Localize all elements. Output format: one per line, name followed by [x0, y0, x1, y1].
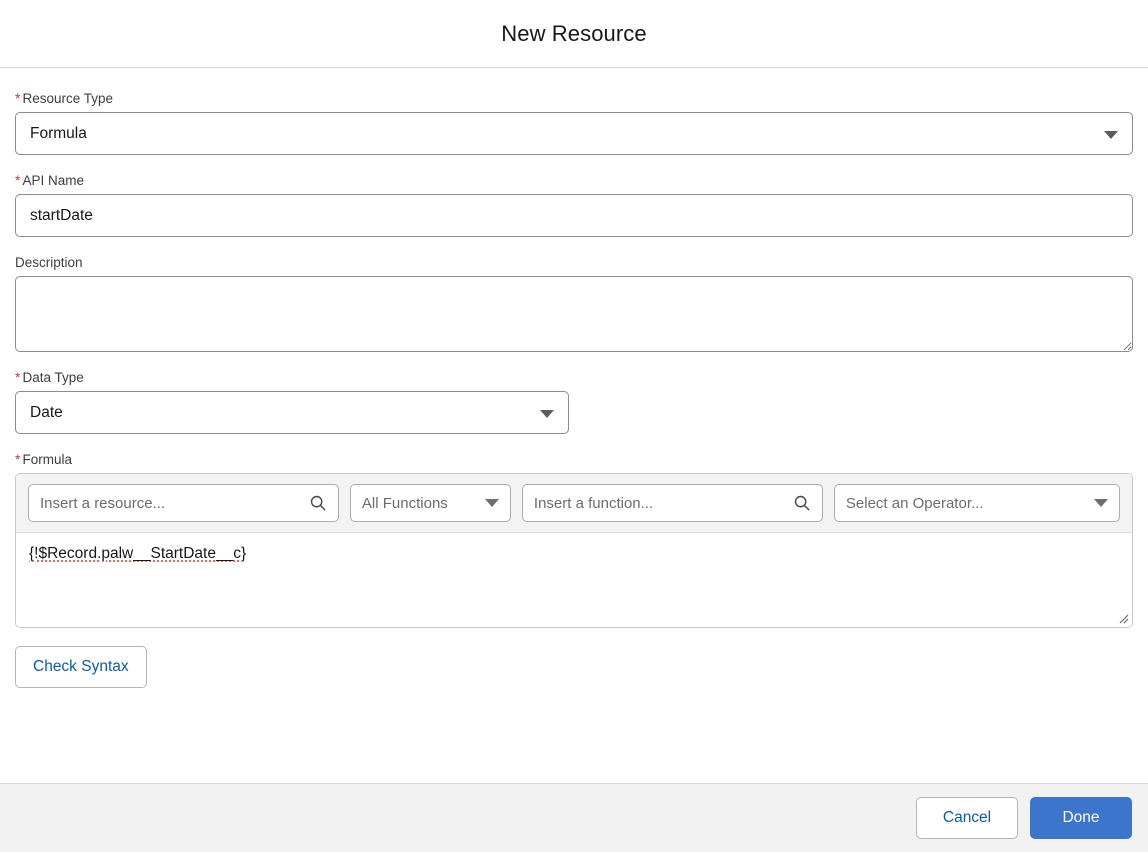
cancel-button[interactable]: Cancel: [916, 797, 1018, 839]
resource-type-value: Formula: [30, 124, 87, 142]
insert-resource-combobox[interactable]: Insert a resource...: [28, 484, 339, 522]
modal-header: New Resource: [0, 0, 1148, 68]
formula-builder: Insert a resource... All Functions Inser…: [15, 473, 1133, 628]
description-label-text: Description: [15, 255, 83, 270]
formula-toolbar: Insert a resource... All Functions Inser…: [16, 474, 1132, 533]
chevron-down-icon: [1104, 130, 1118, 139]
resize-handle-icon[interactable]: [1115, 610, 1129, 624]
modal-body: * Resource Type Formula * API Name startDa…: [0, 68, 1148, 783]
field-api-name: * API Name startDate: [15, 172, 1133, 237]
data-type-label-text: Data Type: [22, 370, 84, 385]
data-type-select[interactable]: Date: [15, 391, 569, 434]
required-asterisk: *: [15, 369, 21, 385]
operator-select[interactable]: Select an Operator...: [833, 484, 1120, 522]
chevron-down-icon: [1094, 499, 1108, 507]
search-icon: [309, 494, 327, 512]
insert-resource-placeholder: Insert a resource...: [40, 494, 166, 512]
done-button[interactable]: Done: [1030, 797, 1132, 839]
page-title: New Resource: [501, 20, 647, 46]
formula-editor[interactable]: {!$Record.palw__StartDate__c}: [16, 533, 1132, 627]
new-resource-modal: New Resource * Resource Type Formula * API…: [0, 0, 1148, 852]
field-data-type: * Data Type Date: [15, 369, 1133, 434]
api-name-label: * API Name: [15, 172, 1133, 189]
data-type-value: Date: [30, 403, 63, 421]
resource-type-label-text: Resource Type: [22, 91, 114, 106]
functions-filter-value: All Functions: [361, 494, 448, 512]
required-asterisk: *: [15, 172, 21, 188]
description-textarea[interactable]: [15, 276, 1133, 352]
insert-function-combobox[interactable]: Insert a function...: [521, 484, 823, 522]
api-name-label-text: API Name: [22, 173, 84, 188]
check-syntax-button[interactable]: Check Syntax: [15, 646, 147, 688]
modal-footer: Cancel Done: [0, 783, 1148, 852]
operator-placeholder: Select an Operator...: [845, 494, 984, 512]
formula-label-text: Formula: [22, 452, 72, 467]
search-icon: [793, 494, 811, 512]
formula-label: * Formula: [15, 451, 1133, 468]
required-asterisk: *: [15, 451, 21, 467]
resource-type-select[interactable]: Formula: [15, 112, 1133, 155]
required-asterisk: *: [15, 90, 21, 106]
functions-filter-select[interactable]: All Functions: [349, 484, 511, 522]
resource-type-label: * Resource Type: [15, 90, 1133, 107]
formula-expression: {!$Record.palw__StartDate__c}: [29, 545, 247, 562]
description-label: Description: [15, 254, 1133, 271]
api-name-input-wrap[interactable]: startDate: [15, 194, 1133, 237]
chevron-down-icon: [484, 499, 499, 507]
field-resource-type: * Resource Type Formula: [15, 90, 1133, 155]
chevron-down-icon: [540, 409, 554, 418]
data-type-label: * Data Type: [15, 369, 1133, 386]
field-description: Description: [15, 254, 1133, 352]
insert-function-placeholder: Insert a function...: [533, 494, 654, 512]
api-name-input[interactable]: startDate: [30, 207, 1118, 225]
field-formula: * Formula Insert a resource... All Funct…: [15, 451, 1133, 688]
